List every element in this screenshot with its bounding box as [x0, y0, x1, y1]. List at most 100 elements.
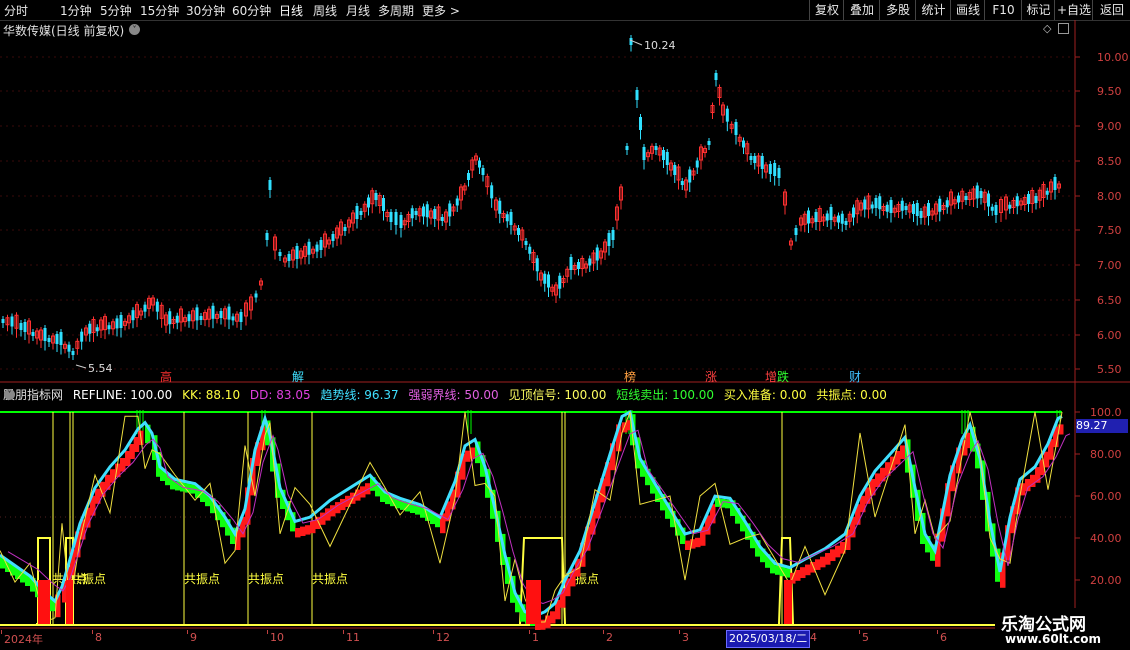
candle-body	[67, 344, 71, 352]
candle-body	[673, 165, 677, 175]
low-marker-line	[75, 364, 87, 369]
candle-body	[889, 200, 893, 213]
candle-body	[467, 173, 470, 180]
indicator-trend: 趋势线: 96.37	[320, 388, 399, 402]
trend-step-bar	[830, 549, 836, 562]
indicator-kk: KK: 88.10	[182, 388, 241, 402]
candle-body	[355, 206, 359, 219]
date-label-6: 1	[532, 631, 539, 644]
candle-body	[80, 331, 84, 342]
buy-column	[66, 580, 73, 624]
candle-body	[777, 168, 781, 178]
candle-body	[688, 169, 692, 183]
candle-body	[268, 180, 272, 190]
candle-body	[399, 215, 403, 228]
candle-body	[227, 306, 231, 320]
candle-body	[440, 217, 444, 221]
trend-step-bar	[300, 526, 306, 536]
trend-step-bar	[795, 570, 801, 581]
candle-body	[478, 160, 481, 168]
candle-body	[595, 247, 599, 261]
candle-body	[367, 197, 370, 208]
candle-body	[239, 312, 243, 322]
candle-body	[577, 262, 580, 269]
candle-body	[642, 147, 646, 160]
trend-step-bar	[545, 615, 551, 628]
candle-body	[588, 258, 592, 266]
candle-body	[119, 315, 123, 328]
candle-body	[569, 257, 573, 270]
candle-body	[607, 233, 611, 246]
candle-body	[837, 215, 840, 223]
candle-body	[654, 146, 658, 150]
candle-body	[1053, 177, 1057, 190]
cursor-date-text: 2025/03/18/二	[729, 632, 808, 645]
trend-step-bar	[800, 567, 806, 578]
indicator-menu-icon[interactable]: ˅	[4, 389, 15, 400]
candle-body	[629, 38, 633, 45]
candle-body	[254, 293, 258, 298]
candle-body	[19, 323, 23, 330]
candle-body	[374, 193, 378, 200]
indicator-axis-label: 100.0	[1090, 406, 1122, 419]
candle-body	[1, 319, 5, 323]
trend-step-bar	[820, 556, 826, 568]
candle-body	[307, 241, 311, 255]
candle-body	[524, 241, 528, 245]
price-axis-label: 9.00	[1097, 120, 1122, 133]
price-axis-label: 7.00	[1097, 259, 1122, 272]
price-axis-label: 6.00	[1097, 329, 1122, 342]
indicator-resonance: 共振点: 0.00	[816, 388, 887, 402]
candle-body	[490, 185, 494, 199]
price-chart[interactable]: 10.00 9.50 9.00 8.50 8.00 7.50 7.00 6.50 6.00 5.5…	[0, 0, 1130, 650]
event-marker-0: 高	[160, 369, 172, 384]
buy-column	[38, 580, 50, 624]
trend-step-bar	[785, 568, 791, 578]
candle-body	[448, 203, 452, 217]
candle-body	[88, 323, 92, 334]
candle-body	[199, 316, 203, 320]
candle-body	[287, 254, 291, 261]
candle-body	[95, 327, 99, 332]
candle-body	[870, 204, 874, 209]
candle-body	[863, 199, 867, 210]
trend-step-bar	[465, 450, 471, 462]
candle-body	[1015, 196, 1019, 207]
candle-body	[625, 146, 629, 150]
candle-body	[885, 204, 889, 212]
current-value-badge: 89.27	[1076, 419, 1128, 433]
candle-body	[359, 211, 363, 215]
date-axis: 2024年 8 9 10 11 12 1 2 3 4 5 6	[0, 630, 1130, 650]
candle-body	[742, 140, 745, 148]
candle-body	[635, 90, 639, 100]
candle-body	[794, 228, 798, 235]
candle-body	[1027, 194, 1030, 204]
candle-body	[773, 163, 777, 176]
date-label-4: 11	[346, 631, 360, 644]
candle-body	[31, 332, 35, 336]
candle-body	[707, 141, 711, 145]
resonance-label-3: 共振点	[248, 572, 284, 586]
trend-step-bar	[685, 540, 691, 550]
candle-body	[43, 328, 47, 341]
candle-body	[231, 316, 235, 321]
price-axis-label: 10.00	[1097, 51, 1129, 64]
event-marker-1: 解	[292, 370, 304, 384]
candle-body	[10, 316, 14, 327]
date-label-5: 12	[436, 631, 450, 644]
candle-body	[680, 181, 684, 185]
date-label-1: 8	[95, 631, 102, 644]
date-tick	[343, 630, 344, 634]
trend-step-bar	[835, 545, 841, 558]
date-label-0: 2024年	[4, 633, 43, 646]
resonance-label-4: 共振点	[312, 572, 348, 586]
candle-body	[394, 212, 398, 225]
event-marker-6: 财	[849, 370, 861, 384]
candle-body	[517, 228, 520, 235]
candle-body	[714, 73, 718, 80]
candle-body	[915, 203, 919, 216]
candle-body	[874, 198, 878, 208]
date-tick	[937, 630, 938, 634]
candle-body	[382, 198, 385, 211]
indicator-axis-label: 20.00	[1090, 574, 1122, 587]
